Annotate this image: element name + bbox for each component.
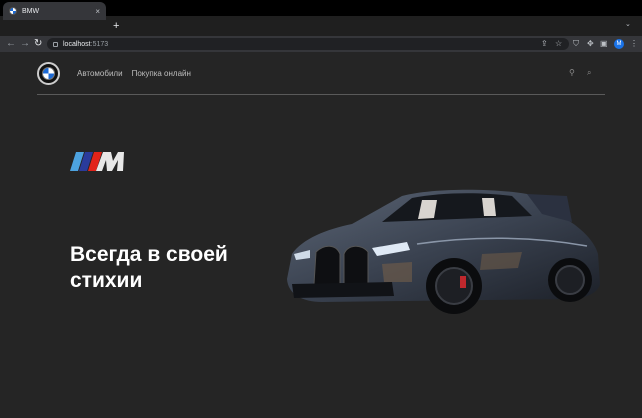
profile-avatar[interactable]: M [614,39,624,49]
share-icon[interactable]: ⇪ [541,39,548,49]
header-divider [37,94,605,95]
hero-line-1: Всегда в своей [70,243,228,266]
side-panel-icon[interactable]: ▣ [600,39,608,49]
m-division-logo [70,152,124,171]
nav-item-cars[interactable]: Автомобили [77,69,123,78]
main-nav: Автомобили Покупка онлайн [77,69,191,78]
bmw-logo[interactable] [37,62,60,85]
nav-item-buy-online[interactable]: Покупка онлайн [132,69,191,78]
web-page: Автомобили Покупка онлайн ⚲ ⌕ Всегда в с… [0,52,642,418]
tab-close-icon[interactable]: × [95,7,100,16]
new-tab-button[interactable]: + [113,19,119,33]
browser-tab[interactable]: BMW × [3,2,106,20]
bmw-m4-car-image [287,189,600,314]
back-icon[interactable]: ← [6,37,16,51]
reload-icon[interactable]: ↻ [34,37,42,51]
tab-search-chevron-icon[interactable]: ⌄ [625,20,631,28]
browser-menu-icon[interactable]: ⋮ [630,39,638,49]
address-bar[interactable]: localhost:5173 [47,38,569,50]
site-info-icon[interactable] [53,41,58,47]
bookmark-star-icon[interactable]: ☆ [555,39,562,49]
hero-line-2: стихии [70,269,143,292]
search-icon[interactable]: ⌕ [587,68,591,78]
forward-icon[interactable]: → [20,37,30,51]
extensions-puzzle-icon[interactable]: ✥ [587,39,594,49]
hero-headline: Всегда в своей стихии [70,242,280,294]
location-pin-icon[interactable]: ⚲ [569,68,575,77]
tab-title: BMW [22,7,40,15]
shield-extension-icon[interactable]: ⛉ [573,39,579,49]
url-text: localhost:5173 [63,40,109,48]
bmw-favicon-icon [9,7,17,15]
